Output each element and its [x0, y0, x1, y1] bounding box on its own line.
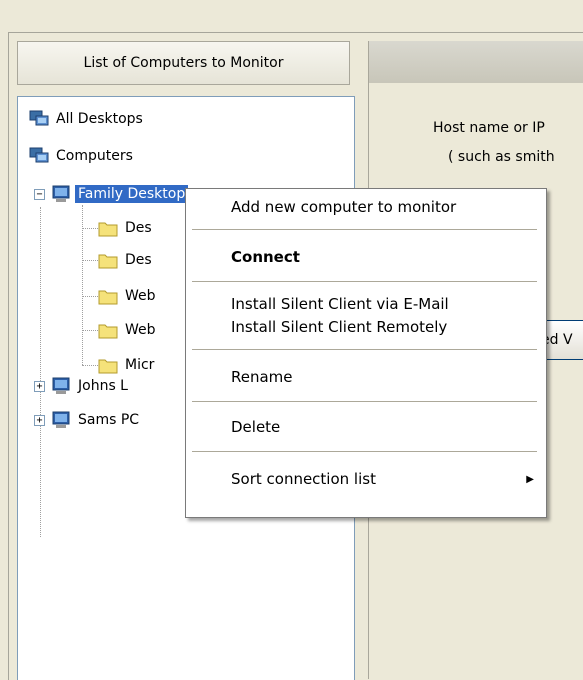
menu-separator: [192, 229, 537, 230]
tree-item-label: Web: [125, 322, 156, 338]
collapse-icon[interactable]: −: [34, 189, 45, 200]
tree-item-folder[interactable]: Web: [98, 319, 159, 341]
menu-item-label: Sort connection list: [231, 470, 376, 488]
host-example-text: ( such as smith: [448, 149, 555, 165]
tree-line: [82, 228, 98, 229]
tree-item-family-desktop[interactable]: Family Desktop: [51, 183, 190, 205]
right-panel-header: [368, 41, 583, 83]
expand-icon[interactable]: +: [34, 381, 45, 392]
tree-line: [82, 330, 98, 331]
folder-icon: [98, 359, 118, 374]
tree-item-label: Des: [125, 220, 152, 236]
tree-line: [82, 260, 98, 261]
tree-item-label: All Desktops: [56, 111, 143, 127]
tree-item-all-desktops[interactable]: All Desktops: [29, 108, 146, 130]
tree-line: [82, 205, 83, 365]
tree-item-label: Micr: [125, 357, 155, 373]
monitor-icon: [52, 411, 70, 428]
menu-item-sort[interactable]: Sort connection list ▶: [186, 465, 546, 493]
menu-item-add-computer[interactable]: Add new computer to monitor: [186, 193, 546, 221]
list-header[interactable]: List of Computers to Monitor: [17, 41, 350, 85]
monitor-icon: [52, 377, 70, 394]
monitor-icon: [52, 185, 70, 202]
tree-line: [82, 365, 98, 366]
menu-item-label: Install Silent Client Remotely: [231, 318, 448, 336]
menu-item-label: Delete: [231, 418, 281, 436]
menu-separator: [192, 349, 537, 350]
folder-icon: [98, 324, 118, 339]
folder-icon: [98, 222, 118, 237]
tree-line: [40, 207, 41, 537]
menu-item-install-remote[interactable]: Install Silent Client Remotely: [186, 313, 546, 341]
tree-item-label: Web: [125, 288, 156, 304]
tree-item-folder[interactable]: Des: [98, 249, 155, 271]
tree-item-label: Johns L: [78, 378, 128, 394]
menu-item-label: Install Silent Client via E-Mail: [231, 295, 449, 313]
folder-icon: [98, 290, 118, 305]
context-menu: Add new computer to monitor Connect Inst…: [185, 188, 547, 518]
desktops-icon: [29, 110, 49, 126]
tree-item-folder[interactable]: Micr: [98, 354, 157, 376]
list-header-label: List of Computers to Monitor: [83, 55, 284, 71]
tree-item-folder[interactable]: Des: [98, 217, 155, 239]
submenu-arrow-icon: ▶: [526, 473, 534, 485]
menu-separator: [192, 401, 537, 402]
menu-separator: [192, 281, 537, 282]
tree-item-label: Family Desktop: [73, 184, 190, 204]
tree-item-label: Computers: [56, 148, 133, 164]
menu-item-connect[interactable]: Connect: [186, 243, 546, 271]
computers-icon: [29, 147, 49, 163]
menu-item-label: Connect: [231, 248, 300, 266]
tree-item-johns[interactable]: Johns L: [51, 375, 131, 397]
tree-line: [82, 296, 98, 297]
tree-item-sams[interactable]: Sams PC: [51, 409, 142, 431]
host-name-label: Host name or IP: [433, 120, 545, 136]
menu-item-rename[interactable]: Rename: [186, 363, 546, 391]
menu-item-delete[interactable]: Delete: [186, 413, 546, 441]
menu-item-label: Rename: [231, 368, 293, 386]
menu-separator: [192, 451, 537, 452]
tree-item-folder[interactable]: Web: [98, 285, 159, 307]
expand-icon[interactable]: +: [34, 415, 45, 426]
tree-item-label: Des: [125, 252, 152, 268]
folder-icon: [98, 254, 118, 269]
menu-item-label: Add new computer to monitor: [231, 198, 457, 216]
tree-item-computers[interactable]: Computers: [29, 145, 136, 167]
tree-item-label: Sams PC: [78, 412, 140, 428]
